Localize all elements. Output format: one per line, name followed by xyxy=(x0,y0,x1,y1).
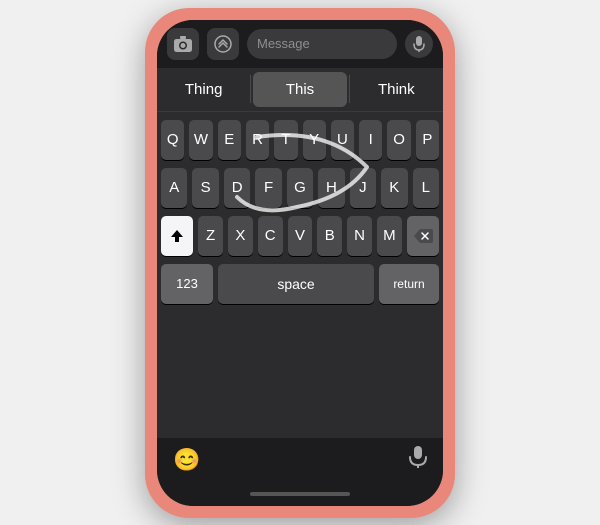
autocomplete-think[interactable]: Think xyxy=(350,68,443,111)
autocomplete-divider-left xyxy=(250,75,251,103)
keyboard-row-1: Q W E R T Y U I O P xyxy=(161,120,439,160)
autocomplete-this[interactable]: This xyxy=(253,72,346,107)
key-w[interactable]: W xyxy=(189,120,212,160)
key-a[interactable]: A xyxy=(161,168,187,208)
key-t[interactable]: T xyxy=(274,120,297,160)
keyboard-row-3: Z X C V B N M xyxy=(161,216,439,256)
key-n[interactable]: N xyxy=(347,216,372,256)
key-o[interactable]: O xyxy=(387,120,410,160)
message-placeholder: Message xyxy=(257,36,310,51)
key-v[interactable]: V xyxy=(288,216,313,256)
key-r[interactable]: R xyxy=(246,120,269,160)
key-y[interactable]: Y xyxy=(303,120,326,160)
key-p[interactable]: P xyxy=(416,120,439,160)
message-input[interactable]: Message xyxy=(247,29,397,59)
bottom-dock: 😊 xyxy=(157,438,443,482)
key-h[interactable]: H xyxy=(318,168,344,208)
key-f[interactable]: F xyxy=(255,168,281,208)
key-c[interactable]: C xyxy=(258,216,283,256)
key-123[interactable]: 123 xyxy=(161,264,213,304)
autocomplete-row: Thing This Think xyxy=(157,68,443,112)
keyboard-row-2: A S D F G H J K L xyxy=(161,168,439,208)
key-u[interactable]: U xyxy=(331,120,354,160)
key-q[interactable]: Q xyxy=(161,120,184,160)
key-l[interactable]: L xyxy=(413,168,439,208)
emoji-icon[interactable]: 😊 xyxy=(173,447,200,473)
key-space[interactable]: space xyxy=(218,264,374,304)
mic-icon-bottom[interactable] xyxy=(409,446,427,474)
mic-icon-top[interactable] xyxy=(405,30,433,58)
home-indicator xyxy=(157,482,443,506)
key-e[interactable]: E xyxy=(218,120,241,160)
key-i[interactable]: I xyxy=(359,120,382,160)
autocomplete-thing[interactable]: Thing xyxy=(157,68,250,111)
key-d[interactable]: D xyxy=(224,168,250,208)
key-z[interactable]: Z xyxy=(198,216,223,256)
key-k[interactable]: K xyxy=(381,168,407,208)
phone-screen: Message Thing This Think xyxy=(157,20,443,506)
key-delete[interactable] xyxy=(407,216,439,256)
key-x[interactable]: X xyxy=(228,216,253,256)
phone-frame: Message Thing This Think xyxy=(145,8,455,518)
key-g[interactable]: G xyxy=(287,168,313,208)
keyboard: Q W E R T Y U I O P A S D F G H J K xyxy=(157,112,443,438)
keyboard-row-bottom: 123 space return xyxy=(161,264,439,304)
key-s[interactable]: S xyxy=(192,168,218,208)
app-icon[interactable] xyxy=(207,28,239,60)
home-bar xyxy=(250,492,350,496)
key-shift[interactable] xyxy=(161,216,193,256)
key-j[interactable]: J xyxy=(350,168,376,208)
key-return[interactable]: return xyxy=(379,264,439,304)
key-b[interactable]: B xyxy=(317,216,342,256)
top-bar: Message xyxy=(157,20,443,68)
key-m[interactable]: M xyxy=(377,216,402,256)
camera-icon[interactable] xyxy=(167,28,199,60)
